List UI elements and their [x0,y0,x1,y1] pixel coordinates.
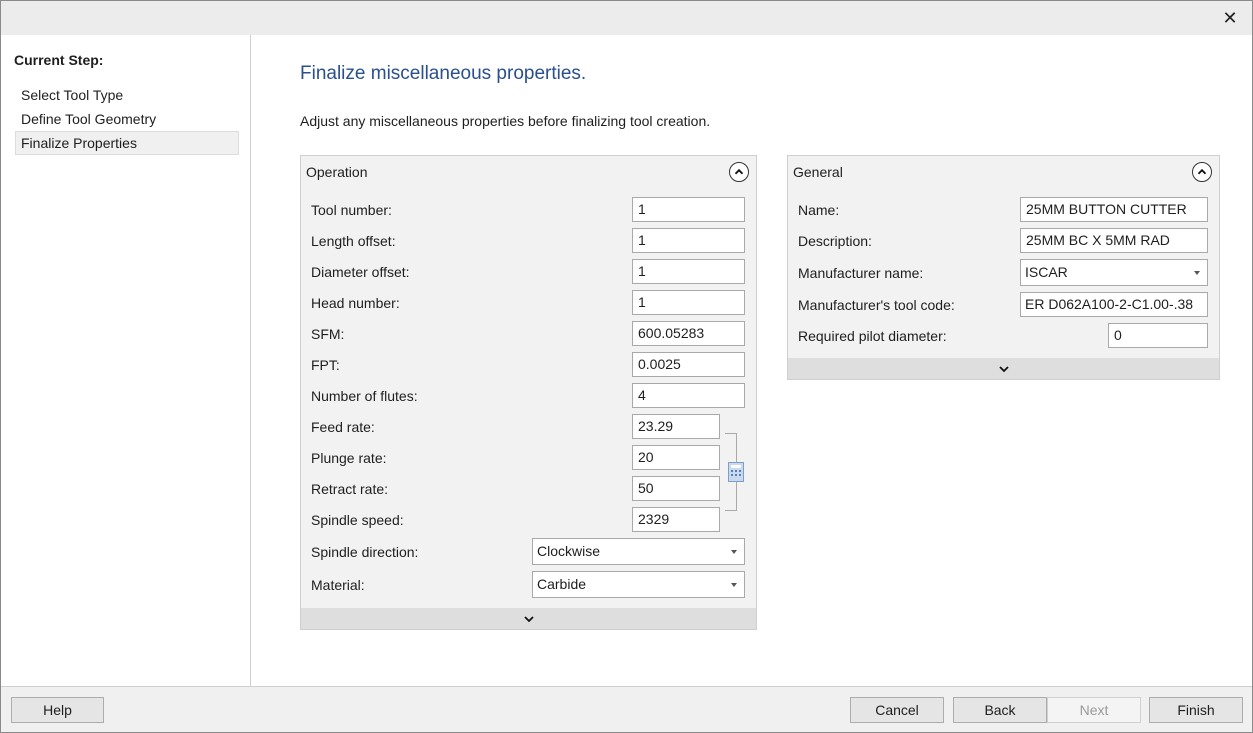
manufacturer-tool-code-input[interactable]: ER D062A100-2-C1.00-.38 [1020,292,1208,317]
general-panel: General Name: 25MM BUTTON CUTTER Descrip… [787,155,1220,380]
general-panel-title: General [793,164,843,180]
main-content: Finalize miscellaneous properties. Adjus… [252,35,1252,686]
tool-number-input[interactable]: 1 [632,197,745,222]
operation-panel: Operation Tool number: 1 Length offset: … [300,155,757,630]
number-of-flutes-label: Number of flutes: [311,388,418,404]
plunge-rate-input[interactable]: 20 [632,445,720,470]
fpt-label: FPT: [311,357,340,373]
general-panel-header: General [788,156,1219,188]
description-label: Description: [798,233,872,249]
general-expand-bar[interactable] [788,358,1219,379]
current-step-heading: Current Step: [14,52,104,68]
length-offset-label: Length offset: [311,233,396,249]
step-define-tool-geometry[interactable]: Define Tool Geometry [15,107,239,131]
steps-sidebar: Current Step: Select Tool Type Define To… [1,35,251,686]
manufacturer-name-label: Manufacturer name: [798,265,924,281]
retract-rate-input[interactable]: 50 [632,476,720,501]
close-icon[interactable]: ✕ [1218,6,1242,30]
sfm-label: SFM: [311,326,345,342]
title-bar: ✕ [1,1,1252,35]
page-title: Finalize miscellaneous properties. [300,63,587,84]
manufacturer-name-dropdown[interactable]: ISCAR [1020,259,1208,286]
tool-number-label: Tool number: [311,202,392,218]
manufacturer-tool-code-label: Manufacturer's tool code: [798,297,955,313]
spindle-direction-value: Clockwise [537,543,601,559]
material-dropdown[interactable]: Carbide [532,571,745,598]
back-button[interactable]: Back [953,697,1047,723]
required-pilot-diameter-label: Required pilot diameter: [798,328,947,344]
step-select-tool-type[interactable]: Select Tool Type [15,83,239,107]
wizard-window: ✕ Current Step: Select Tool Type Define … [0,0,1253,733]
chevron-down-icon [998,365,1009,372]
spindle-direction-dropdown[interactable]: Clockwise [532,538,745,565]
diameter-offset-label: Diameter offset: [311,264,410,280]
diameter-offset-input[interactable]: 1 [632,259,745,284]
cancel-button[interactable]: Cancel [850,697,944,723]
help-button[interactable]: Help [11,697,104,723]
length-offset-input[interactable]: 1 [632,228,745,253]
page-description: Adjust any miscellaneous properties befo… [300,113,711,129]
step-finalize-properties[interactable]: Finalize Properties [15,131,239,155]
dropdown-arrow-icon [731,550,737,554]
operation-panel-header: Operation [301,156,756,188]
spindle-direction-label: Spindle direction: [311,544,419,560]
feed-rate-label: Feed rate: [311,419,375,435]
sfm-input[interactable]: 600.05283 [632,321,745,346]
operation-expand-bar[interactable] [301,608,756,629]
chevron-up-icon[interactable] [1192,162,1212,182]
next-button[interactable]: Next [1047,697,1141,723]
spindle-speed-input[interactable]: 2329 [632,507,720,532]
calculator-icon[interactable] [728,462,744,482]
fpt-input[interactable]: 0.0025 [632,352,745,377]
dropdown-arrow-icon [731,583,737,587]
operation-panel-title: Operation [306,164,368,180]
dropdown-arrow-icon [1194,271,1200,275]
required-pilot-diameter-input[interactable]: 0 [1108,323,1208,348]
material-label: Material: [311,577,365,593]
chevron-up-icon[interactable] [729,162,749,182]
number-of-flutes-input[interactable]: 4 [632,383,745,408]
description-input[interactable]: 25MM BC X 5MM RAD [1020,228,1208,253]
plunge-rate-label: Plunge rate: [311,450,387,466]
bottom-button-bar: Help Cancel Back Next Finish [1,686,1252,732]
manufacturer-name-value: ISCAR [1025,264,1068,280]
spindle-speed-label: Spindle speed: [311,512,404,528]
material-value: Carbide [537,576,587,592]
retract-rate-label: Retract rate: [311,481,389,497]
head-number-input[interactable]: 1 [632,290,745,315]
name-input[interactable]: 25MM BUTTON CUTTER [1020,197,1208,222]
head-number-label: Head number: [311,295,400,311]
chevron-down-icon [523,615,534,622]
feed-rate-input[interactable]: 23.29 [632,414,720,439]
finish-button[interactable]: Finish [1149,697,1243,723]
name-label: Name: [798,202,840,218]
